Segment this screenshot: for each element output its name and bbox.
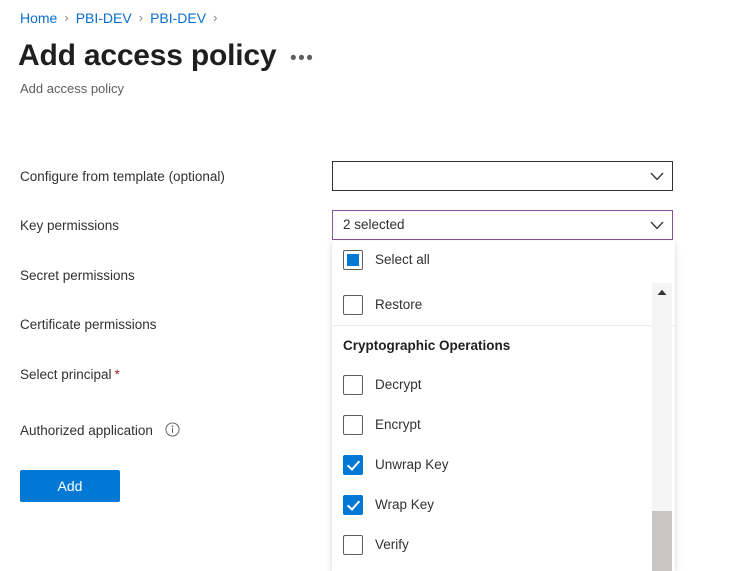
scrollbar-thumb[interactable] [652,511,672,571]
dropdown-scroll-area[interactable]: Backup Restore Cryptographic Operations … [332,279,675,571]
decrypt-checkbox[interactable] [343,375,363,395]
chevron-down-icon [642,221,672,230]
breadcrumb: Home › PBI-DEV › PBI-DEV › [20,8,224,28]
dropdown-select-all-row[interactable]: Select all [332,241,675,279]
list-item-label: Encrypt [375,415,421,435]
label-key-permissions: Key permissions [20,216,119,236]
list-item-label: Wrap Key [375,495,434,515]
page-title: Add access policy [18,36,276,76]
configure-from-template-combobox[interactable] [332,161,673,191]
breadcrumb-separator-icon: › [139,8,143,28]
more-options-button[interactable]: ••• [290,48,314,70]
key-permissions-dropdown-panel: Select all Backup Restore Cryptographic … [332,241,675,571]
label-text: Select principal [20,367,112,382]
list-item[interactable]: Wrap Key [332,485,675,525]
list-item[interactable]: Verify [332,525,675,565]
breadcrumb-separator-icon: › [213,8,217,28]
info-icon[interactable] [165,422,180,443]
list-item-label: Restore [375,295,422,315]
list-item[interactable]: Restore [332,285,675,325]
list-item[interactable]: Encrypt [332,405,675,445]
encrypt-checkbox[interactable] [343,415,363,435]
required-asterisk: * [115,367,120,382]
dropdown-group-header: Cryptographic Operations [332,325,675,365]
dropdown-list: Backup Restore Cryptographic Operations … [332,279,675,565]
label-authorized-application: Authorized application [20,421,180,443]
label-certificate-permissions: Certificate permissions [20,315,157,335]
label-select-principal: Select principal* [20,365,120,385]
label-text: Secret permissions [20,268,135,283]
breadcrumb-item-pbi-dev-1[interactable]: PBI-DEV [76,8,132,28]
select-all-checkbox[interactable] [343,250,363,270]
wrap-key-checkbox[interactable] [343,495,363,515]
restore-checkbox[interactable] [343,295,363,315]
label-text: Authorized application [20,423,153,438]
key-permissions-value: 2 selected [333,215,642,235]
scroll-up-arrow-icon[interactable] [652,283,672,301]
chevron-down-icon [642,172,672,181]
unwrap-key-checkbox[interactable] [343,455,363,475]
breadcrumb-item-home[interactable]: Home [20,8,57,28]
list-item[interactable]: Unwrap Key [332,445,675,485]
dropdown-scrollbar[interactable] [652,283,672,571]
label-text: Certificate permissions [20,317,157,332]
list-item-label: Decrypt [375,375,422,395]
key-permissions-combobox[interactable]: 2 selected [332,210,673,240]
add-button[interactable]: Add [20,470,120,502]
breadcrumb-item-pbi-dev-2[interactable]: PBI-DEV [150,8,206,28]
breadcrumb-separator-icon: › [64,8,68,28]
label-text: Configure from template (optional) [20,169,225,184]
page-subtitle: Add access policy [20,80,124,98]
list-item-label: Unwrap Key [375,455,449,475]
verify-checkbox[interactable] [343,535,363,555]
label-secret-permissions: Secret permissions [20,266,135,286]
list-item-label: Verify [375,535,409,555]
label-configure-from-template: Configure from template (optional) [20,167,225,187]
label-text: Key permissions [20,218,119,233]
select-all-label: Select all [375,250,430,270]
list-item[interactable]: Decrypt [332,365,675,405]
